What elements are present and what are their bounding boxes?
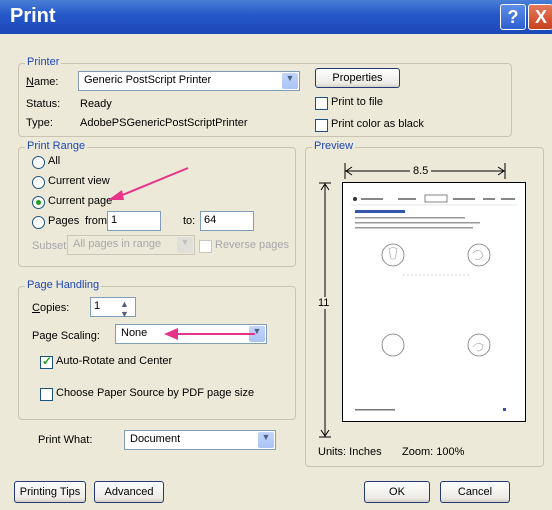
printing-tips-button[interactable]: Printing Tips bbox=[14, 481, 86, 503]
preview-page-thumbnail bbox=[351, 194, 517, 411]
range-current-page-label: Current page bbox=[48, 195, 113, 207]
copies-value: 1 bbox=[94, 300, 101, 312]
chevron-down-icon: ▼ bbox=[177, 237, 193, 253]
range-to-label: to: bbox=[183, 215, 196, 227]
page-handling-group-label: Page Handling bbox=[25, 279, 102, 291]
range-pages-radio[interactable] bbox=[32, 216, 45, 229]
print-color-black-checkbox[interactable] bbox=[315, 119, 328, 132]
print-range-group-label: Print Range bbox=[25, 140, 88, 152]
printer-type-label: Type: bbox=[26, 117, 53, 129]
printer-status-label: Status: bbox=[26, 98, 61, 110]
preview-width-label: 8.5 bbox=[410, 165, 432, 177]
choose-paper-label: Choose Paper Source by PDF page size bbox=[56, 387, 255, 399]
copies-input[interactable]: 1 bbox=[90, 297, 136, 317]
advanced-label: Advanced bbox=[104, 486, 154, 498]
printer-status-value: Ready bbox=[80, 98, 112, 110]
choose-paper-checkbox[interactable] bbox=[40, 388, 53, 401]
chevron-down-icon: ▼ bbox=[249, 326, 265, 342]
subset-select[interactable]: All pages in range ▼ bbox=[67, 235, 195, 255]
print-to-file-label: Print to file bbox=[331, 96, 383, 108]
stepper-arrows-icon[interactable]: ▲ ▼ bbox=[120, 299, 129, 319]
range-current-page-radio[interactable] bbox=[32, 196, 45, 209]
preview-zoom: Zoom: 100% bbox=[402, 446, 465, 458]
advanced-button[interactable]: Advanced bbox=[94, 481, 164, 503]
auto-rotate-label: Auto-Rotate and Center bbox=[56, 355, 173, 367]
preview-page bbox=[342, 182, 526, 422]
page-scaling-label: Page Scaling: bbox=[32, 330, 100, 342]
preview-height-label: 11 bbox=[318, 297, 330, 309]
cancel-label: Cancel bbox=[457, 486, 493, 498]
range-all-label: All bbox=[48, 155, 61, 167]
copies-label: Copies: bbox=[32, 302, 70, 314]
range-to-input[interactable]: 64 bbox=[200, 211, 254, 231]
subset-value: All pages in range bbox=[73, 238, 162, 250]
printer-name-select[interactable]: Generic PostScript Printer ▼ bbox=[78, 71, 300, 91]
print-color-black-label: Print color as black bbox=[331, 118, 424, 130]
print-what-select[interactable]: Document ▼ bbox=[124, 430, 276, 450]
range-current-view-radio[interactable] bbox=[32, 176, 45, 189]
preview-units: Units: Inches bbox=[318, 446, 382, 458]
page-scaling-select[interactable]: None ▼ bbox=[115, 324, 267, 344]
help-button[interactable]: ? bbox=[500, 4, 526, 30]
printer-group-label: Printer bbox=[25, 56, 62, 68]
printing-tips-label: Printing Tips bbox=[19, 486, 81, 498]
printer-type-value: AdobePSGenericPostScriptPrinter bbox=[80, 117, 248, 129]
chevron-down-icon: ▼ bbox=[258, 432, 274, 448]
range-from-input[interactable]: 1 bbox=[107, 211, 161, 231]
reverse-pages-checkbox[interactable] bbox=[199, 240, 212, 253]
chevron-down-icon: ▼ bbox=[282, 73, 298, 89]
print-to-file-checkbox[interactable] bbox=[315, 97, 328, 110]
cancel-button[interactable]: Cancel bbox=[440, 481, 510, 503]
printer-name-label: Name: bbox=[26, 76, 59, 88]
range-pages-label: Pages bbox=[48, 215, 80, 227]
auto-rotate-checkbox[interactable]: ✓ bbox=[40, 354, 53, 369]
ok-label: OK bbox=[389, 486, 405, 498]
range-all-radio[interactable] bbox=[32, 156, 45, 169]
printer-name-value: Generic PostScript Printer bbox=[84, 74, 212, 86]
properties-button-label: Properties bbox=[332, 72, 383, 84]
page-scaling-value: None bbox=[121, 327, 148, 339]
range-current-view-label: Current view bbox=[48, 175, 110, 187]
close-button[interactable]: X bbox=[528, 4, 552, 30]
window-title: Print bbox=[10, 5, 56, 27]
print-what-value: Document bbox=[130, 433, 181, 445]
properties-button[interactable]: Properties bbox=[315, 68, 400, 88]
reverse-pages-label: Reverse pages bbox=[215, 239, 289, 251]
ok-button[interactable]: OK bbox=[364, 481, 430, 503]
subset-label: Subset: bbox=[32, 240, 70, 252]
title-bar: Print ? X bbox=[0, 0, 552, 34]
print-what-label: Print What: bbox=[38, 434, 93, 446]
